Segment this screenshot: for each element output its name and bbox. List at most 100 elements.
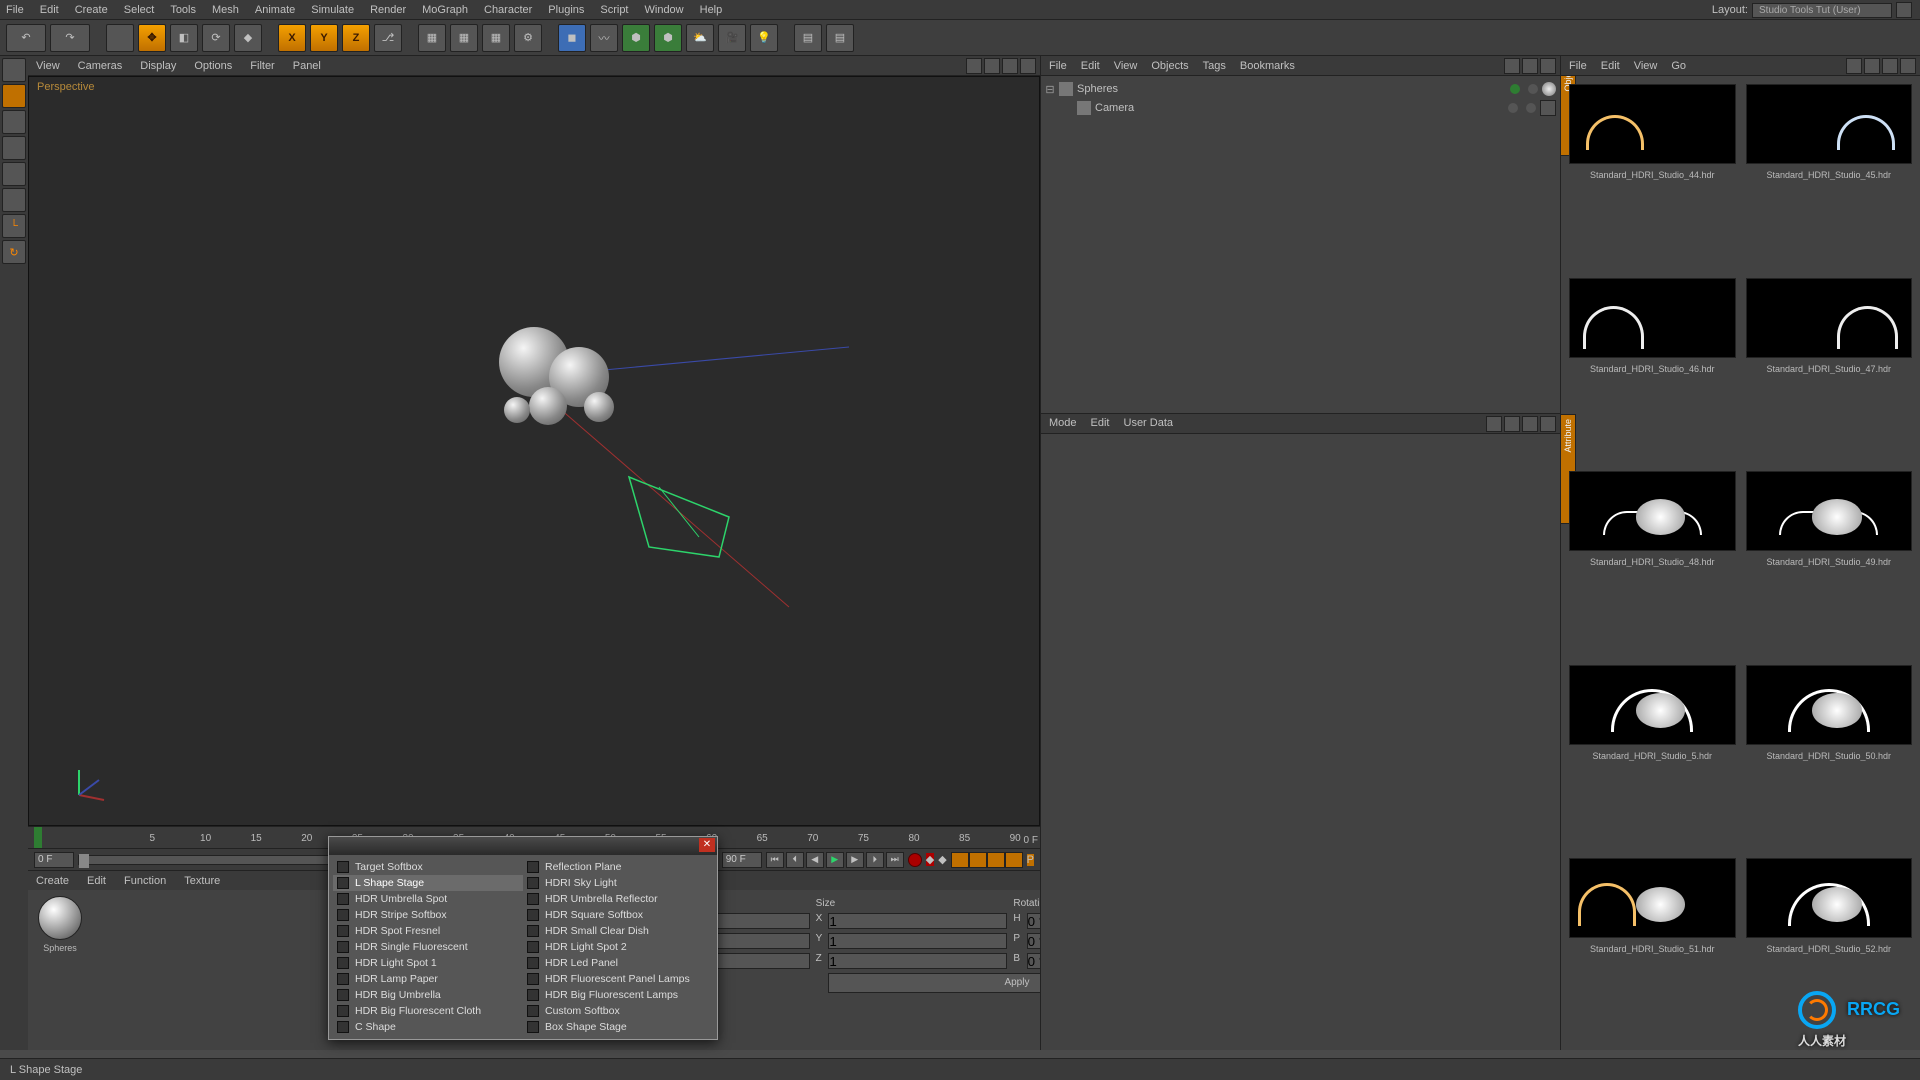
popup-item[interactable]: HDR Umbrella Reflector [523, 891, 713, 907]
nav-up-icon[interactable] [1504, 416, 1520, 432]
obj-menu-tags[interactable]: Tags [1203, 60, 1226, 72]
light-button[interactable]: 💡 [750, 24, 778, 52]
next-frame-button[interactable]: ▶ [846, 852, 864, 868]
menu-edit[interactable]: Edit [40, 4, 59, 16]
menu-script[interactable]: Script [600, 4, 628, 16]
menu-mesh[interactable]: Mesh [212, 4, 239, 16]
popup-titlebar[interactable]: ✕ [329, 837, 717, 855]
visibility-dot-icon[interactable] [1510, 84, 1520, 94]
obj-menu-file[interactable]: File [1049, 60, 1067, 72]
popup-item[interactable]: HDR Small Clear Dish [523, 923, 713, 939]
view-menu-options[interactable]: Options [194, 60, 232, 72]
obj-menu-edit[interactable]: Edit [1081, 60, 1100, 72]
mat-menu-function[interactable]: Function [124, 875, 166, 887]
camera-view-toggle[interactable] [1540, 100, 1556, 116]
menu-help[interactable]: Help [700, 4, 723, 16]
prev-key-button[interactable]: ⏴ [786, 852, 804, 868]
live-select-button[interactable] [106, 24, 134, 52]
timeline-start-field[interactable] [34, 852, 74, 868]
axis-z-button[interactable]: Z [342, 24, 370, 52]
goto-end-button[interactable]: ⏭ [886, 852, 904, 868]
cube-primitive-button[interactable]: ◼ [558, 24, 586, 52]
view-menu-display[interactable]: Display [140, 60, 176, 72]
make-editable-button[interactable] [2, 58, 26, 82]
move-tool-button[interactable]: ✥ [138, 24, 166, 52]
close-icon[interactable]: ✕ [699, 838, 715, 852]
popup-item[interactable]: HDR Stripe Softbox [333, 907, 523, 923]
popup-item[interactable]: HDR Lamp Paper [333, 971, 523, 987]
menu-mograph[interactable]: MoGraph [422, 4, 468, 16]
perspective-viewport[interactable]: Perspective [28, 76, 1040, 826]
viewport-nav-icon[interactable] [984, 58, 1000, 74]
axis-x-button[interactable]: X [278, 24, 306, 52]
environment-button[interactable]: ⛅ [686, 24, 714, 52]
menu-file[interactable]: File [6, 4, 24, 16]
play-button[interactable]: ▶ [826, 852, 844, 868]
browser-thumb[interactable]: Standard_HDRI_Studio_50.hdr [1746, 665, 1913, 849]
timeline-total-field[interactable] [722, 852, 762, 868]
view-menu-filter[interactable]: Filter [250, 60, 274, 72]
menu-window[interactable]: Window [645, 4, 684, 16]
popup-item[interactable]: Reflection Plane [523, 859, 713, 875]
browser-menu-view[interactable]: View [1634, 60, 1658, 72]
popup-item[interactable]: HDR Square Softbox [523, 907, 713, 923]
generator-button[interactable]: ⬢ [622, 24, 650, 52]
coord-size-x[interactable] [828, 913, 1007, 929]
render-dot-icon[interactable] [1526, 103, 1536, 113]
object-tree[interactable]: ⊟ Spheres Camera [1041, 76, 1560, 413]
rotate-tool-button[interactable]: ⟳ [202, 24, 230, 52]
popup-item[interactable]: HDR Light Spot 1 [333, 955, 523, 971]
mat-menu-texture[interactable]: Texture [184, 875, 220, 887]
menu-simulate[interactable]: Simulate [311, 4, 354, 16]
filter-icon[interactable] [1522, 58, 1538, 74]
mat-menu-edit[interactable]: Edit [87, 875, 106, 887]
coord-system-button[interactable]: ⎇ [374, 24, 402, 52]
tree-item-camera[interactable]: Camera [1045, 98, 1556, 118]
popup-item[interactable]: HDR Fluorescent Panel Lamps [523, 971, 713, 987]
layout-arrow-icon[interactable] [1896, 2, 1912, 18]
texture-mode-button[interactable] [2, 110, 26, 134]
mat-menu-create[interactable]: Create [36, 875, 69, 887]
home-icon[interactable] [1846, 58, 1862, 74]
popup-item[interactable]: HDRI Sky Light [523, 875, 713, 891]
redo-button[interactable]: ↷ [50, 24, 90, 52]
autokey-button[interactable]: ◆ [926, 853, 934, 866]
spline-button[interactable]: 〰 [590, 24, 618, 52]
browser-menu-go[interactable]: Go [1671, 60, 1686, 72]
menu-tools[interactable]: Tools [170, 4, 196, 16]
browser-thumb[interactable]: Standard_HDRI_Studio_44.hdr [1569, 84, 1736, 268]
coord-size-z[interactable] [828, 953, 1007, 969]
timeline-playhead[interactable] [34, 827, 42, 848]
popup-item[interactable]: HDR Big Fluorescent Cloth [333, 1003, 523, 1019]
popup-item[interactable]: C Shape [333, 1019, 523, 1035]
axis-y-button[interactable]: Y [310, 24, 338, 52]
material-manager[interactable]: Spheres Position Size Rotation X X H Y Y… [28, 890, 1040, 1050]
view-icon[interactable] [1540, 58, 1556, 74]
view-menu-panel[interactable]: Panel [293, 60, 321, 72]
camera-button[interactable]: 🎥 [718, 24, 746, 52]
obj-menu-objects[interactable]: Objects [1151, 60, 1188, 72]
key-scale-toggle[interactable] [969, 852, 987, 868]
popup-item[interactable]: Custom Softbox [523, 1003, 713, 1019]
menu-render[interactable]: Render [370, 4, 406, 16]
keyframe-sel-button[interactable]: ◆ [938, 853, 946, 866]
popup-item[interactable]: Target Softbox [333, 859, 523, 875]
popup-item[interactable]: HDR Spot Fresnel [333, 923, 523, 939]
project-settings-button[interactable]: P [1027, 854, 1034, 866]
menu-character[interactable]: Character [484, 4, 532, 16]
menu-select[interactable]: Select [124, 4, 155, 16]
nav-back-icon[interactable] [1486, 416, 1502, 432]
render-dot-icon[interactable] [1528, 84, 1538, 94]
obj-menu-view[interactable]: View [1114, 60, 1138, 72]
last-tool-button[interactable]: ◆ [234, 24, 262, 52]
browser-thumb[interactable]: Standard_HDRI_Studio_46.hdr [1569, 278, 1736, 462]
menu-animate[interactable]: Animate [255, 4, 295, 16]
prev-frame-button[interactable]: ◀ [806, 852, 824, 868]
tree-item-spheres[interactable]: ⊟ Spheres [1045, 80, 1556, 98]
obj-menu-bookmarks[interactable]: Bookmarks [1240, 60, 1295, 72]
edge-mode-button[interactable] [2, 188, 26, 212]
render-pv-button[interactable]: ▦ [482, 24, 510, 52]
material-swatch[interactable]: Spheres [34, 896, 86, 1044]
browser-thumb[interactable]: Standard_HDRI_Studio_47.hdr [1746, 278, 1913, 462]
view-menu-view[interactable]: View [36, 60, 60, 72]
